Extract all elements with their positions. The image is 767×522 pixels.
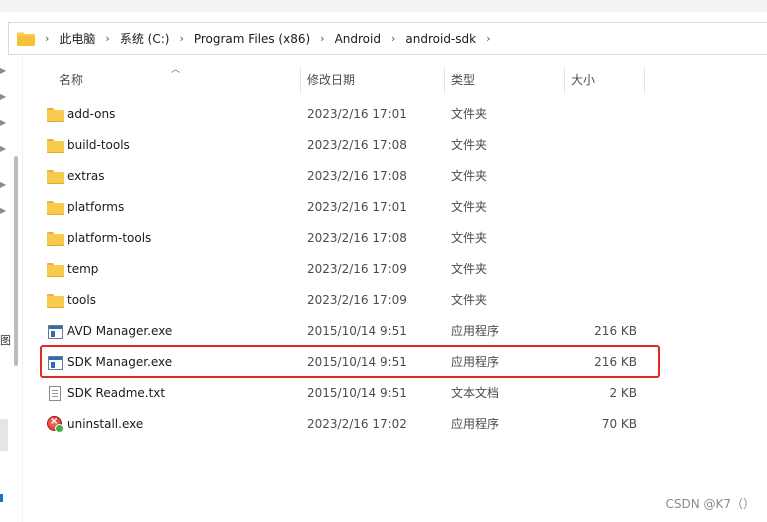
breadcrumb-separator[interactable]: › [320, 32, 324, 45]
file-size: 70 KB [601, 417, 637, 431]
file-row[interactable]: SDK Readme.txt 2015/10/14 9:51 文本文档 2 KB [40, 378, 660, 409]
file-row[interactable]: build-tools 2023/2/16 17:08 文件夹 [40, 130, 660, 161]
folder-icon [17, 32, 35, 46]
file-date: 2023/2/16 17:09 [307, 262, 407, 276]
breadcrumb-separator[interactable]: › [105, 32, 109, 45]
breadcrumb-separator[interactable]: › [179, 32, 183, 45]
file-type: 文本文档 [451, 386, 500, 400]
file-date: 2015/10/14 9:51 [307, 386, 407, 400]
file-row[interactable]: platforms 2023/2/16 17:01 文件夹 [40, 192, 660, 223]
breadcrumb-system-drive[interactable]: 系统 (C:) [120, 30, 170, 47]
file-date: 2015/10/14 9:51 [307, 324, 407, 338]
column-type-header[interactable]: 类型 [451, 66, 475, 94]
file-type: 文件夹 [451, 138, 488, 152]
file-size: 216 KB [594, 324, 637, 338]
expand-arrow-icon[interactable]: ▶ [0, 180, 6, 189]
folder-icon [47, 139, 64, 153]
file-name[interactable]: temp [67, 254, 98, 285]
file-date: 2023/2/16 17:09 [307, 293, 407, 307]
file-row[interactable]: AVD Manager.exe 2015/10/14 9:51 应用程序 216… [40, 316, 660, 347]
sort-ascending-icon: ︿ [171, 65, 181, 75]
file-name[interactable]: add-ons [67, 99, 115, 130]
file-row[interactable]: platform-tools 2023/2/16 17:08 文件夹 [40, 223, 660, 254]
folder-icon [47, 108, 64, 122]
file-date: 2023/2/16 17:01 [307, 107, 407, 121]
breadcrumb-this-pc[interactable]: 此电脑 [59, 30, 95, 47]
file-date: 2023/2/16 17:08 [307, 138, 407, 152]
expand-arrow-icon[interactable]: ▶ [0, 206, 6, 215]
file-type: 应用程序 [451, 417, 500, 431]
folder-icon [47, 263, 64, 277]
file-name[interactable]: platforms [67, 192, 124, 223]
column-date-header[interactable]: 修改日期 [307, 66, 355, 94]
file-name[interactable]: AVD Manager.exe [67, 316, 172, 347]
breadcrumb-separator[interactable]: › [391, 32, 395, 45]
nav-selected-item[interactable] [0, 419, 8, 451]
expand-arrow-icon[interactable]: ▶ [0, 92, 6, 101]
watermark: CSDN @K7（） [665, 497, 755, 511]
expand-arrow-icon[interactable]: ▶ [0, 118, 6, 127]
file-name[interactable]: build-tools [67, 130, 130, 161]
column-divider[interactable] [644, 68, 645, 94]
breadcrumb-program-files[interactable]: Program Files (x86) [194, 32, 310, 46]
file-row[interactable]: extras 2023/2/16 17:08 文件夹 [40, 161, 660, 192]
breadcrumb-separator[interactable]: › [45, 32, 49, 45]
address-bar[interactable]: › 此电脑 › 系统 (C:) › Program Files (x86) › … [8, 22, 767, 55]
file-type: 文件夹 [451, 262, 488, 276]
file-name[interactable]: platform-tools [67, 223, 151, 254]
column-size-header[interactable]: 大小 [571, 66, 595, 94]
file-row[interactable]: tools 2023/2/16 17:09 文件夹 [40, 285, 660, 316]
breadcrumb-android[interactable]: Android [335, 32, 381, 46]
file-size: 2 KB [609, 386, 637, 400]
window-top-strip [0, 0, 767, 12]
file-date: 2023/2/16 17:08 [307, 169, 407, 183]
file-type: 文件夹 [451, 231, 488, 245]
file-type: 文件夹 [451, 200, 488, 214]
expand-arrow-icon[interactable]: ▶ [0, 66, 6, 75]
nav-item-partial-label[interactable]: 图 [0, 332, 11, 348]
file-name[interactable]: uninstall.exe [67, 409, 143, 440]
expand-arrow-icon[interactable]: ▶ [0, 144, 6, 153]
nav-indicator [0, 494, 3, 502]
highlight-box [40, 345, 660, 378]
file-name[interactable]: SDK Readme.txt [67, 378, 165, 409]
exe-icon [48, 325, 63, 339]
breadcrumb-android-sdk[interactable]: android-sdk [405, 32, 476, 46]
column-divider[interactable] [300, 68, 301, 94]
text-file-icon [49, 386, 61, 401]
folder-icon [47, 294, 64, 308]
file-type: 文件夹 [451, 169, 488, 183]
file-row[interactable]: × uninstall.exe 2023/2/16 17:02 应用程序 70 … [40, 409, 660, 440]
navigation-pane: ▶ ▶ ▶ ▶ ▶ ▶ 图 [0, 56, 23, 522]
file-date: 2023/2/16 17:02 [307, 417, 407, 431]
file-date: 2023/2/16 17:01 [307, 200, 407, 214]
folder-icon [47, 170, 64, 184]
column-name-header[interactable]: 名称 [59, 66, 83, 94]
folder-icon [47, 201, 64, 215]
file-name[interactable]: extras [67, 161, 105, 192]
file-type: 应用程序 [451, 324, 500, 338]
column-divider[interactable] [444, 68, 445, 94]
folder-icon [47, 232, 64, 246]
uninstall-icon: × [47, 416, 64, 433]
nav-scrollbar[interactable] [14, 156, 18, 366]
breadcrumb-separator[interactable]: › [486, 32, 490, 45]
column-divider[interactable] [564, 68, 565, 94]
file-name[interactable]: tools [67, 285, 96, 316]
file-row[interactable]: add-ons 2023/2/16 17:01 文件夹 [40, 99, 660, 130]
file-type: 文件夹 [451, 293, 488, 307]
file-type: 文件夹 [451, 107, 488, 121]
column-header: ︿ 名称 修改日期 类型 大小 [40, 65, 645, 94]
file-row[interactable]: temp 2023/2/16 17:09 文件夹 [40, 254, 660, 285]
file-date: 2023/2/16 17:08 [307, 231, 407, 245]
